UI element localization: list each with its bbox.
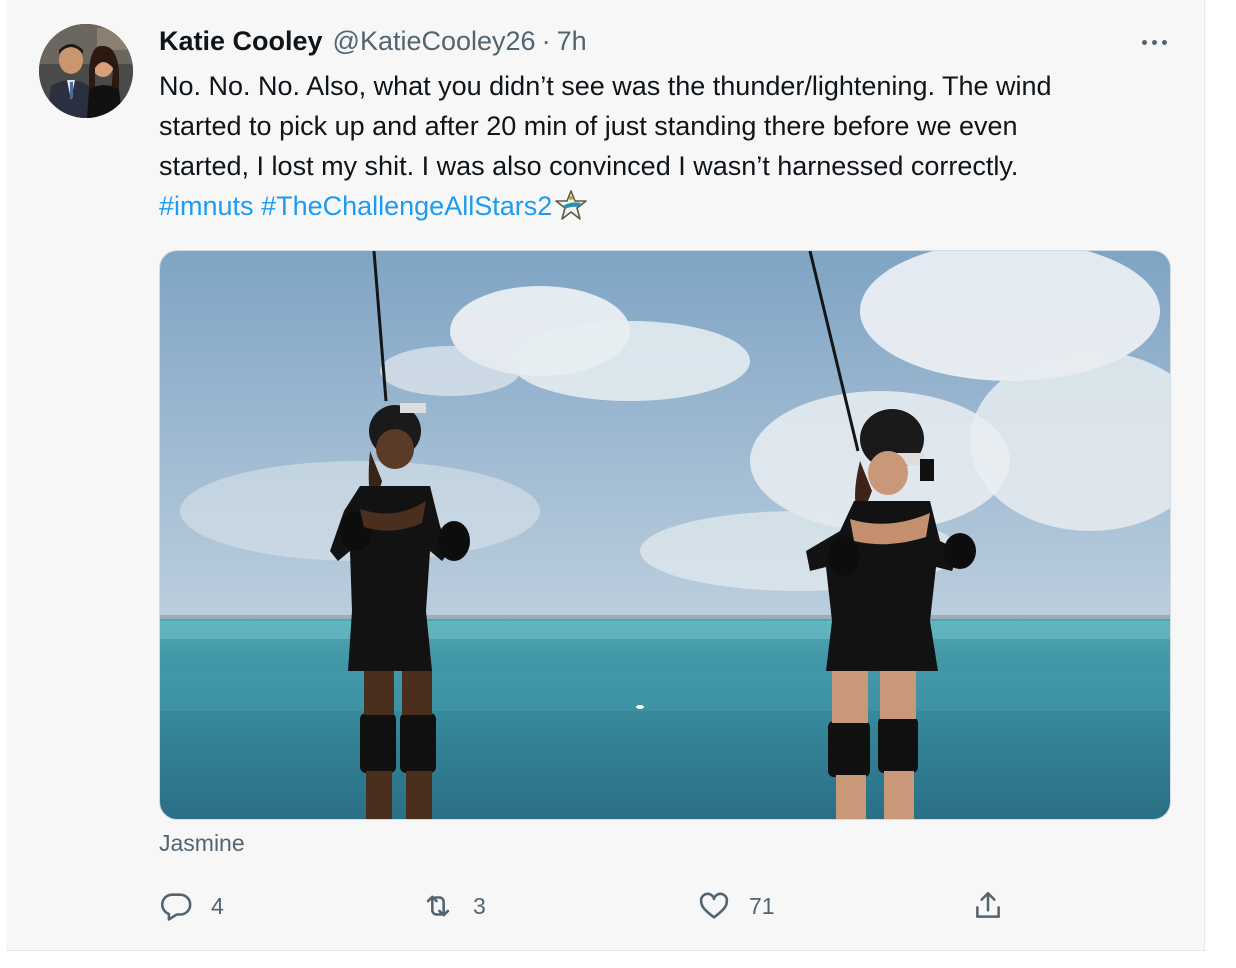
reply-count: 4 <box>211 892 224 919</box>
star-hashflag-icon <box>554 189 588 221</box>
tweet-card[interactable]: Katie Cooley @KatieCooley26 · 7h No. No.… <box>6 0 1205 951</box>
avatar-photo <box>39 24 133 118</box>
tweet-timestamp[interactable]: 7h <box>557 26 587 57</box>
like-button[interactable]: 71 <box>697 884 775 928</box>
tweet-header: Katie Cooley @KatieCooley26 · 7h <box>159 24 587 58</box>
tweet-media-image[interactable] <box>159 250 1171 820</box>
author-name[interactable]: Katie Cooley <box>159 26 323 57</box>
hashtag-link[interactable]: #TheChallengeAllStars2 <box>261 191 552 221</box>
reply-button[interactable]: 4 <box>159 884 224 928</box>
retweet-button[interactable]: 3 <box>421 884 486 928</box>
header-separator: · <box>541 25 551 56</box>
heart-icon <box>699 892 729 919</box>
retweet-count: 3 <box>473 892 486 919</box>
more-icon[interactable] <box>1134 30 1174 54</box>
like-count: 71 <box>749 892 775 919</box>
author-avatar[interactable] <box>39 24 133 118</box>
retweet-icon <box>426 895 450 917</box>
hashtag-line: #imnuts #TheChallengeAllStars2 <box>159 186 1189 226</box>
challenge-photo <box>160 251 1170 819</box>
reply-icon <box>161 893 192 921</box>
tweet-text: No. No. No. Also, what you didn’t see wa… <box>159 66 1189 226</box>
tweet-text-line: started, I lost my shit. I was also conv… <box>159 151 1019 181</box>
hashtag-link[interactable]: #imnuts <box>159 191 254 221</box>
tweet-text-line: No. No. No. Also, what you didn’t see wa… <box>159 71 1052 101</box>
share-icon <box>976 891 1000 918</box>
share-button[interactable] <box>971 884 1005 928</box>
media-caption: Jasmine <box>159 830 245 856</box>
tweet-text-line: started to pick up and after 20 min of j… <box>159 111 1018 141</box>
tweet-actions: 4 3 71 <box>159 884 1199 928</box>
author-handle[interactable]: @KatieCooley26 <box>333 26 536 57</box>
